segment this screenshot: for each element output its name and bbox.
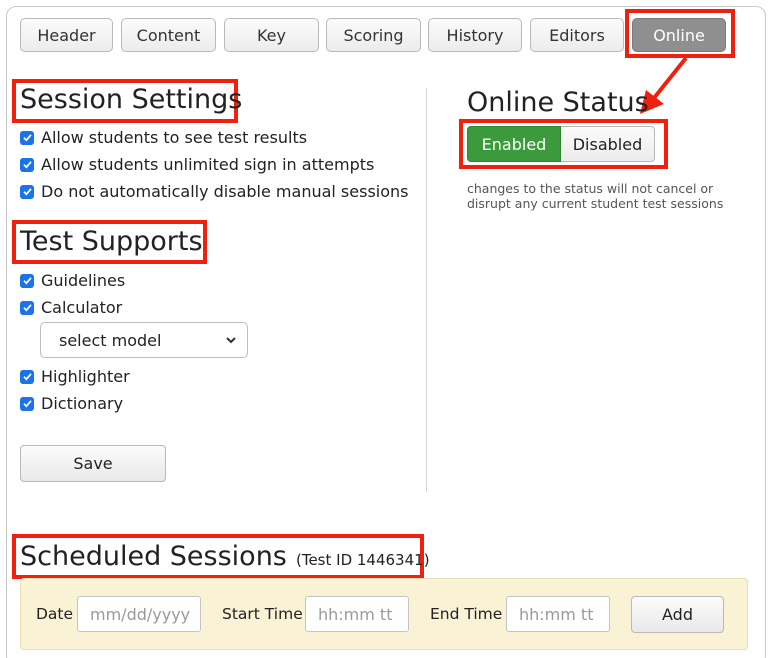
option-see-results[interactable]: Allow students to see test results [20,128,307,147]
tab-scoring[interactable]: Scoring [326,18,421,52]
support-label: Highlighter [41,367,130,386]
support-label: Dictionary [41,394,124,413]
online-status-toggle: Enabled Disabled [467,126,655,162]
tab-content[interactable]: Content [121,18,216,52]
enabled-button[interactable]: Enabled [467,126,561,162]
option-label: Allow students unlimited sign in attempt… [41,155,375,174]
checkbox-checked-icon[interactable] [20,130,34,145]
support-dictionary[interactable]: Dictionary [20,394,123,413]
status-change-note: changes to the status will not cancel or… [467,181,724,211]
calculator-model-select[interactable]: select model [40,322,248,358]
scheduled-sessions-heading: Scheduled Sessions (Test ID 1446341) [20,541,430,572]
date-input[interactable] [77,596,201,632]
tab-header[interactable]: Header [20,18,113,52]
support-label: Guidelines [41,271,126,290]
add-button[interactable]: Add [631,596,724,633]
support-highlighter[interactable]: Highlighter [20,367,130,386]
tab-key[interactable]: Key [224,18,319,52]
option-label: Do not automatically disable manual sess… [41,182,409,201]
test-id-label: (Test ID 1446341) [295,551,430,569]
start-time-input[interactable] [305,596,409,632]
start-time-label: Start Time [222,605,303,623]
support-guidelines[interactable]: Guidelines [20,271,125,290]
online-status-title: Online Status [467,87,649,118]
session-settings-title: Session Settings [20,84,243,115]
test-supports-title: Test Supports [20,226,203,257]
select-value: select model [59,330,162,350]
tab-history[interactable]: History [428,18,522,52]
end-time-label: End Time [430,605,503,623]
checkbox-checked-icon[interactable] [20,273,34,288]
tab-editors[interactable]: Editors [530,18,624,52]
checkbox-checked-icon[interactable] [20,300,34,315]
end-time-input[interactable] [506,596,610,632]
save-button[interactable]: Save [20,445,166,482]
date-label: Date [36,605,74,623]
column-divider [426,88,427,492]
checkbox-checked-icon[interactable] [20,184,34,199]
checkbox-checked-icon[interactable] [20,396,34,411]
chevron-down-icon [226,337,236,344]
scheduled-sessions-title: Scheduled Sessions [20,541,287,572]
checkbox-checked-icon[interactable] [20,369,34,384]
option-label: Allow students to see test results [41,128,308,147]
support-calculator[interactable]: Calculator [20,298,122,317]
tab-online[interactable]: Online [632,18,726,52]
option-unlimited-sign-in[interactable]: Allow students unlimited sign in attempt… [20,155,374,174]
disabled-button[interactable]: Disabled [561,126,655,162]
option-no-auto-disable[interactable]: Do not automatically disable manual sess… [20,182,409,201]
support-label: Calculator [41,298,123,317]
checkbox-checked-icon[interactable] [20,157,34,172]
